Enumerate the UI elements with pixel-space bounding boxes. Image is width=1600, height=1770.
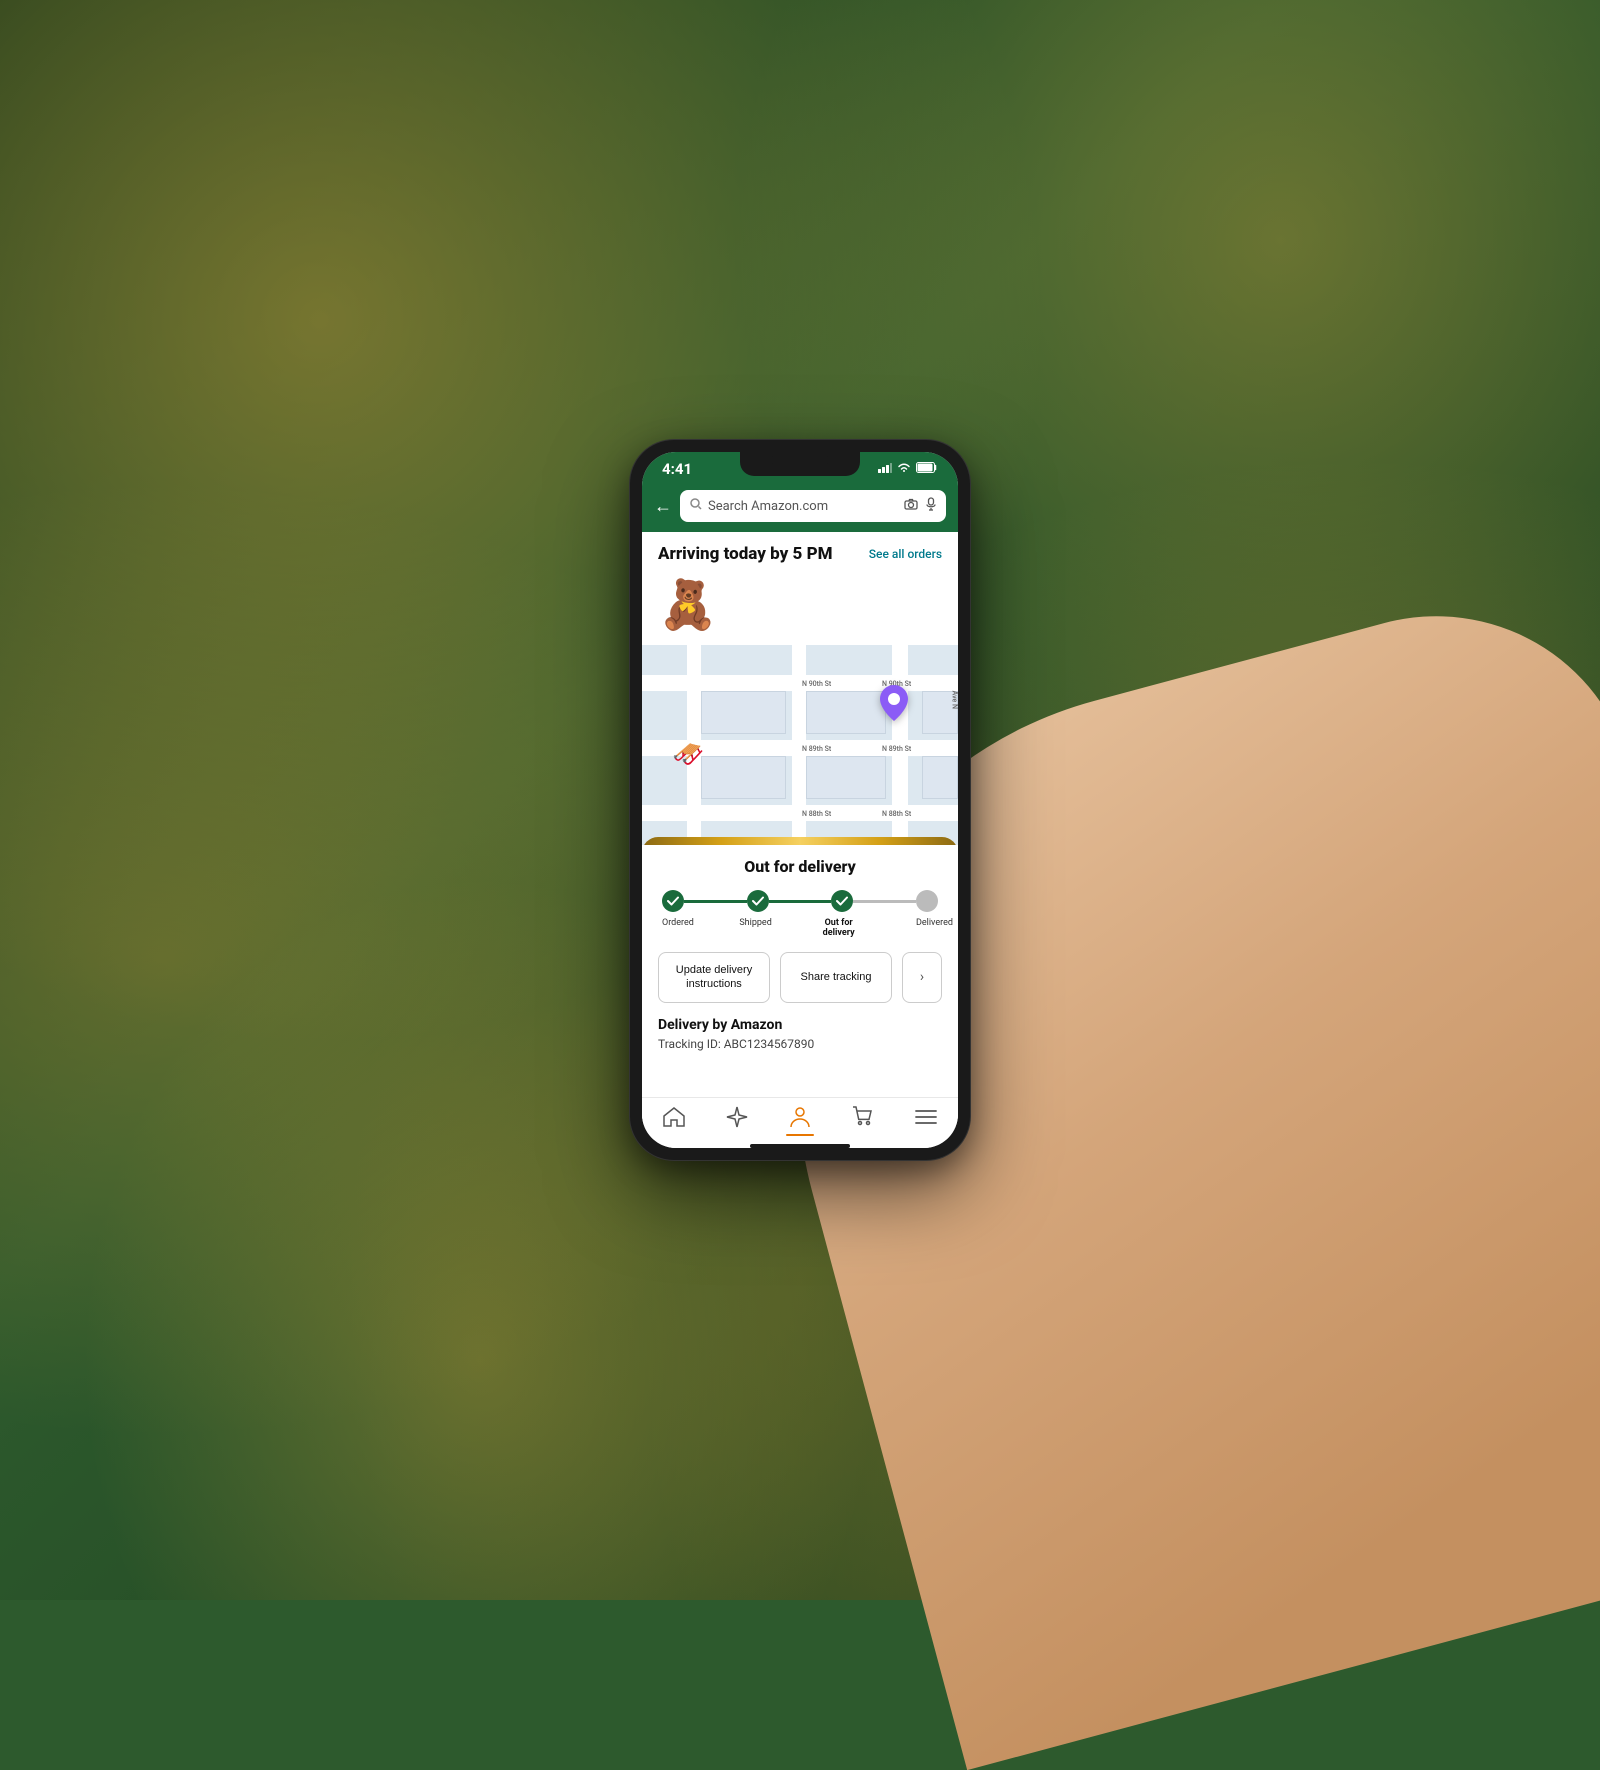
progress-section: Ordered Shipped Out for delivery Deliver… xyxy=(658,890,942,938)
block1 xyxy=(701,691,786,734)
sleigh-icon: 🛷 xyxy=(672,740,704,770)
search-right-icons xyxy=(904,497,936,515)
update-delivery-label: Update delivery instructions xyxy=(676,964,752,990)
street-label-6: N 88th St xyxy=(882,810,911,818)
see-all-orders-link[interactable]: See all orders xyxy=(869,547,942,561)
nav-spark[interactable] xyxy=(726,1106,748,1128)
bottom-nav xyxy=(642,1097,958,1140)
product-image-area: 🧸 xyxy=(642,568,958,645)
step-ordered xyxy=(662,890,684,912)
battery-icon xyxy=(916,462,938,476)
street-label-3: N 89th St xyxy=(802,745,831,753)
phone-screen: 4:41 xyxy=(642,452,958,1148)
scroll-content: Arriving today by 5 PM See all orders 🧸 xyxy=(642,532,958,1148)
share-tracking-button[interactable]: Share tracking xyxy=(780,952,892,1003)
tracking-id: Tracking ID: ABC1234567890 xyxy=(658,1037,942,1051)
gold-bar xyxy=(642,837,958,845)
delivery-by: Delivery by Amazon xyxy=(658,1017,942,1033)
nav-menu[interactable] xyxy=(915,1108,937,1126)
map-grid: N 90th St N 90th St N 89th St N 89th St … xyxy=(642,645,958,845)
nav-cart[interactable] xyxy=(852,1106,874,1128)
update-delivery-button[interactable]: Update delivery instructions xyxy=(658,952,770,1003)
camera-icon[interactable] xyxy=(904,498,918,514)
label-out-for-delivery: Out for delivery xyxy=(817,918,861,938)
scene: 4:41 xyxy=(0,0,1600,1600)
label-delivered: Delivered xyxy=(916,918,938,938)
mic-icon[interactable] xyxy=(926,497,936,515)
product-image: 🧸 xyxy=(658,572,718,637)
nav-home[interactable] xyxy=(663,1107,685,1127)
arriving-header: Arriving today by 5 PM See all orders xyxy=(642,532,958,568)
avenue-label: Ave N xyxy=(950,691,958,709)
delivery-card-content: Out for delivery xyxy=(642,845,958,1067)
share-tracking-label: Share tracking xyxy=(801,971,872,983)
home-indicator xyxy=(750,1144,850,1148)
nav-account[interactable] xyxy=(790,1106,810,1128)
search-bar-area: ← Search Amazon.com xyxy=(642,484,958,532)
more-button[interactable]: › xyxy=(902,952,942,1003)
street-label-5: N 88th St xyxy=(802,810,831,818)
label-shipped: Shipped xyxy=(739,918,761,938)
wifi-icon xyxy=(897,463,911,476)
search-input[interactable]: Search Amazon.com xyxy=(708,499,898,514)
step-shipped xyxy=(747,890,769,912)
status-time: 4:41 xyxy=(662,460,692,478)
block4 xyxy=(806,756,886,799)
search-icon xyxy=(690,498,702,514)
search-box[interactable]: Search Amazon.com xyxy=(680,490,946,522)
label-ordered: Ordered xyxy=(662,918,684,938)
delivery-info: Delivery by Amazon Tracking ID: ABC12345… xyxy=(658,1017,942,1055)
steps-row xyxy=(662,890,938,912)
action-buttons: Update delivery instructions Share track… xyxy=(658,952,942,1003)
delivery-status-title: Out for delivery xyxy=(658,857,942,876)
block6 xyxy=(922,756,958,799)
signal-icon xyxy=(878,463,892,476)
connector-1 xyxy=(684,900,747,903)
step-out-for-delivery xyxy=(831,890,853,912)
connector-2 xyxy=(769,900,832,903)
block2 xyxy=(806,691,886,734)
block3 xyxy=(701,756,786,799)
arriving-title: Arriving today by 5 PM xyxy=(658,544,832,564)
phone-notch xyxy=(740,452,860,476)
teddy-bear-emoji: 🧸 xyxy=(658,576,718,633)
connector-3 xyxy=(853,900,916,903)
step-delivered xyxy=(916,890,938,912)
status-icons xyxy=(878,462,938,476)
phone-shell: 4:41 xyxy=(630,440,970,1160)
phone-wrapper: 4:41 xyxy=(630,440,970,1160)
back-button[interactable]: ← xyxy=(654,496,672,517)
location-pin xyxy=(880,685,908,728)
street-label-1: N 90th St xyxy=(802,680,831,688)
street-label-4: N 89th St xyxy=(882,745,911,753)
map-area: N 90th St N 90th St N 89th St N 89th St … xyxy=(642,645,958,845)
delivery-card: Out for delivery xyxy=(642,837,958,1097)
steps-labels-row: Ordered Shipped Out for delivery Deliver… xyxy=(662,918,938,938)
